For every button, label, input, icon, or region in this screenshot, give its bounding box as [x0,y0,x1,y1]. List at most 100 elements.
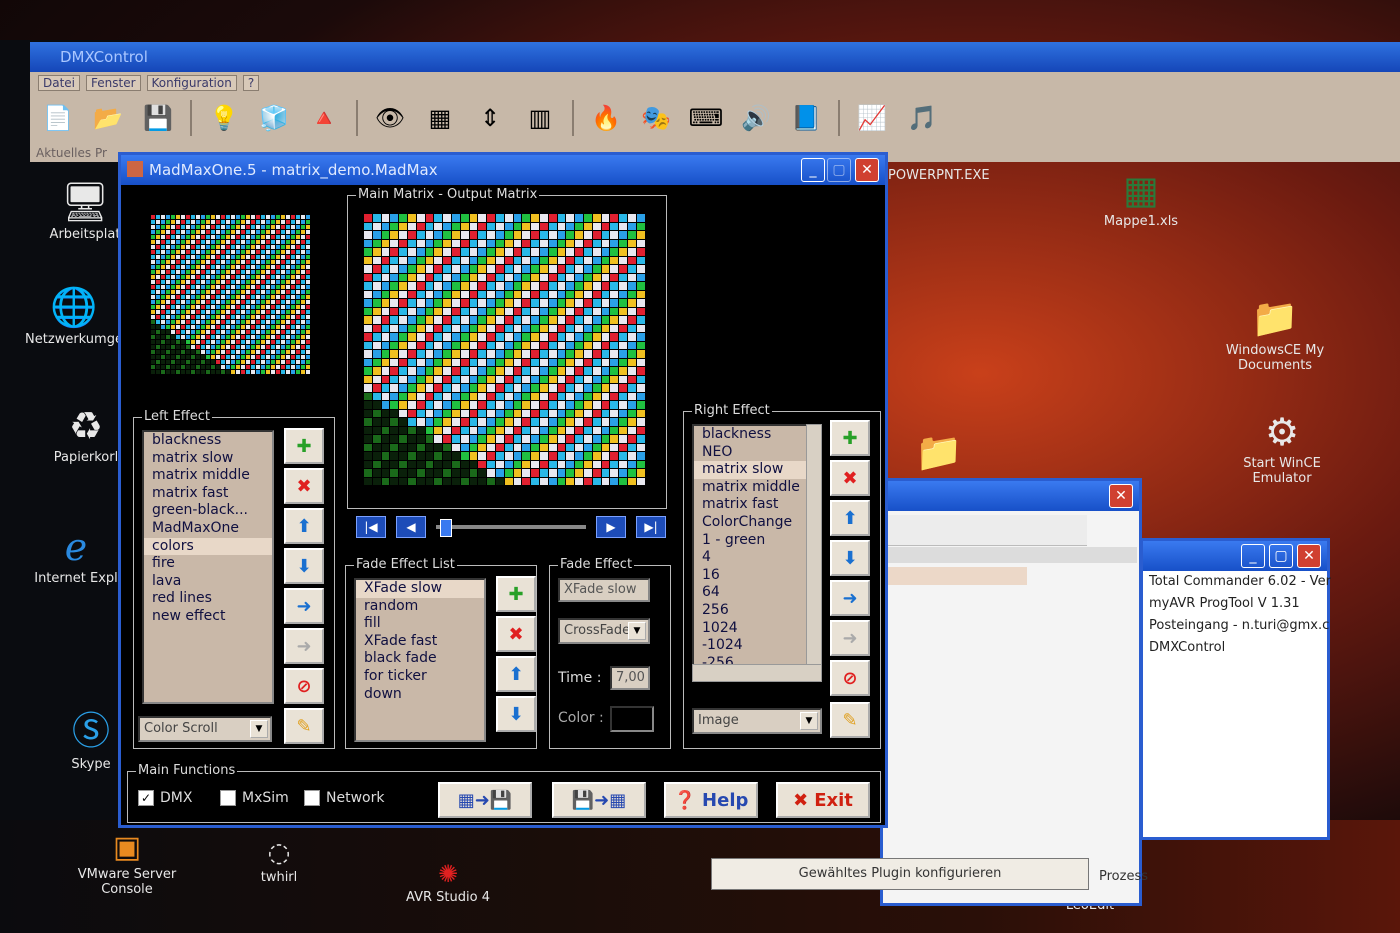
right-effect-item[interactable]: 1024 [694,620,808,638]
right-effect-list[interactable]: blackness NEO matrix slow matrix middle matr… [692,424,810,680]
right-effect-item[interactable]: blackness [694,426,808,444]
oscilloscope-icon[interactable]: 📈 [854,100,890,136]
fade-effect-item[interactable]: down [356,686,484,704]
fade-effect-item[interactable]: for ticker [356,668,484,686]
color-swatch[interactable] [610,706,654,732]
add-icon[interactable]: ✚ [496,576,536,612]
stop-icon[interactable]: ⊘ [284,668,324,704]
desktop-icon-netzwerk[interactable]: 🌐 Netzwerkumge [24,285,124,347]
desktop-icon-mappe[interactable]: ▦ Mappe1.xls [1096,168,1186,229]
right-effect-item[interactable]: 4 [694,549,808,567]
new-file-icon[interactable]: 📄 [40,100,76,136]
desktop-icon-papierkorb[interactable]: ♻ Papierkorl [46,404,126,465]
left-effect-item[interactable]: MadMaxOne [144,520,272,538]
window-list-item[interactable]: Posteingang - n.turi@gmx.c [1143,615,1329,637]
book-icon[interactable]: 📘 [788,100,824,136]
right-effect-item[interactable]: 1 - green [694,532,808,550]
plugin-table-row[interactable] [887,567,1027,585]
desktop-icon-wince-emulator[interactable]: ⚙ Start WinCE Emulator [1232,410,1332,486]
slider-thumb[interactable] [440,519,452,537]
export-icon[interactable]: ➜ [830,580,870,616]
right-effect-item[interactable]: matrix fast [694,496,808,514]
checkbox-unchecked[interactable] [220,790,236,806]
left-effect-item[interactable]: colors [144,537,272,556]
desktop-icon-internet-explorer[interactable]: ℯ Internet Expl [26,525,126,586]
left-effect-item[interactable]: lava [144,573,272,591]
desktop-label-powerpnt[interactable]: POWERPNT.EXE [888,168,998,183]
menu-datei[interactable]: Datei [38,75,81,91]
updown-arrow-icon[interactable]: ⇕ [472,100,508,136]
chevron-down-icon[interactable]: ▼ [628,622,646,640]
dmx-checkbox[interactable]: ✓ DMX [138,790,192,806]
delete-icon[interactable]: ✖ [496,616,536,652]
fade-name-field[interactable]: XFade slow [558,578,650,602]
move-up-icon[interactable]: ⬆ [830,500,870,536]
menu-fenster[interactable]: Fenster [86,75,141,91]
grid-icon[interactable]: ▦ [422,100,458,136]
prev-frame-button[interactable]: ◀ [396,516,426,538]
move-down-icon[interactable]: ⬇ [284,548,324,584]
checkbox-unchecked[interactable] [304,790,320,806]
open-folder-icon[interactable]: 📂 [90,100,126,136]
add-icon[interactable]: ✚ [284,428,324,464]
fade-effect-item[interactable]: random [356,598,484,616]
bulb-icon[interactable]: 💡 [206,100,242,136]
save-icon[interactable]: 💾 [140,100,176,136]
left-effect-combo[interactable]: Color Scroll ▼ [138,716,272,742]
close-icon[interactable]: ✕ [1109,484,1133,508]
left-effect-item[interactable]: matrix fast [144,485,272,503]
exit-button[interactable]: ✖ Exit [776,782,870,818]
left-effect-item[interactable]: green-black... [144,502,272,520]
add-icon[interactable]: ✚ [830,420,870,456]
output-matrix[interactable] [364,214,646,486]
mxsim-checkbox[interactable]: MxSim [220,790,289,806]
desktop-folder[interactable]: 📁 [914,430,964,477]
right-effect-item[interactable]: matrix slow [694,461,808,479]
fade-effect-item[interactable]: XFade fast [356,633,484,651]
first-frame-button[interactable]: |◀ [356,516,386,538]
desktop-icon-arbeitsplatz[interactable]: 🖥 Arbeitsplat [40,180,130,242]
left-effect-item[interactable]: new effect [144,608,272,626]
window-list-item[interactable]: myAVR ProgTool V 1.31 [1143,593,1327,615]
checkbox-checked[interactable]: ✓ [138,790,154,806]
right-effect-item[interactable]: ColorChange [694,514,808,532]
desktop-icon-skype[interactable]: Ⓢ Skype [56,700,126,772]
edit-icon[interactable]: ✎ [284,708,324,744]
left-effect-list[interactable]: blackness matrix slow matrix middle matrix … [142,430,274,704]
eye-icon[interactable]: 👁 [372,100,408,136]
fade-effect-item[interactable]: fill [356,615,484,633]
right-effect-item[interactable]: matrix middle [694,479,808,497]
configure-plugin-button[interactable]: Gewähltes Plugin konfigurieren [711,858,1089,890]
network-checkbox[interactable]: Network [304,790,384,806]
speaker-icon[interactable]: 🔊 [738,100,774,136]
horizontal-scrollbar[interactable] [692,664,822,682]
left-effect-item[interactable]: fire [144,555,272,573]
window-list-item[interactable]: Total Commander 6.02 - Ver [1143,571,1331,593]
edit-icon[interactable]: ✎ [830,702,870,738]
next-frame-button[interactable]: ▶ [596,516,626,538]
load-to-matrix-button[interactable]: ▦➜💾 [438,782,532,818]
close-icon[interactable]: ✕ [855,158,879,182]
move-up-icon[interactable]: ⬆ [284,508,324,544]
desktop-icon-avr-studio[interactable]: ✺ AVR Studio 4 [398,860,498,905]
right-effect-item[interactable]: 64 [694,584,808,602]
left-effect-item[interactable]: matrix middle [144,467,272,485]
move-up-icon[interactable]: ⬆ [496,656,536,692]
fade-effect-list[interactable]: XFade slow random fill XFade fast black fade… [354,578,486,742]
desktop-icon-twhirl[interactable]: ◌ twhirl [244,838,314,885]
desktop-icon-windowsce-docs[interactable]: 📁 WindowsCE My Documents [1222,296,1328,373]
right-effect-item[interactable]: -1024 [694,637,808,655]
frame-slider[interactable] [436,519,586,537]
delete-icon[interactable]: ✖ [830,460,870,496]
stop-icon[interactable]: ⊘ [830,660,870,696]
left-effect-item[interactable]: matrix slow [144,450,272,468]
fire-icon[interactable]: 🔥 [588,100,624,136]
fade-effect-item[interactable]: XFade slow [356,580,484,598]
keyboard-icon[interactable]: ⌨ [688,100,724,136]
left-effect-item[interactable]: red lines [144,590,272,608]
chevron-down-icon[interactable]: ▼ [800,712,818,730]
fade-effect-item[interactable]: black fade [356,650,484,668]
right-effect-item[interactable]: 256 [694,602,808,620]
time-field[interactable]: 7,00 [610,666,650,690]
last-frame-button[interactable]: ▶| [636,516,666,538]
